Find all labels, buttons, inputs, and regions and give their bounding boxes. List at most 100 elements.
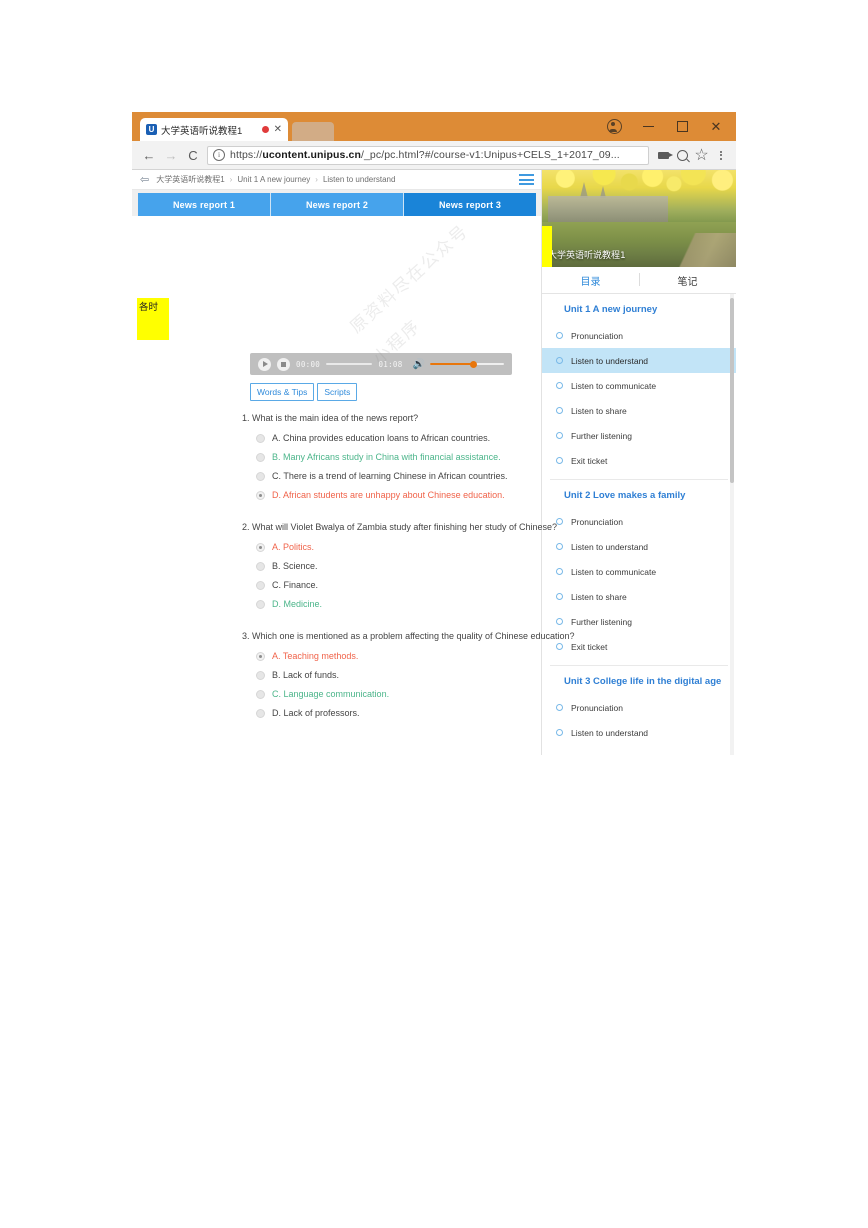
volume-icon[interactable]: 🔊 — [413, 359, 425, 370]
tab-contents[interactable]: 目录 — [542, 267, 639, 293]
radio-icon[interactable] — [256, 581, 265, 590]
forward-icon: → — [164, 147, 178, 163]
cast-icon — [658, 151, 673, 159]
breadcrumb-item-unit[interactable]: Unit 1 A new journey — [237, 175, 310, 184]
tab-news-report-2[interactable]: News report 2 — [271, 193, 404, 216]
words-and-tips-button[interactable]: Words & Tips — [250, 383, 315, 401]
question-1: 1. What is the main idea of the news rep… — [242, 410, 592, 505]
zoom-button[interactable] — [673, 146, 692, 165]
site-info-icon[interactable]: i — [213, 149, 225, 161]
window-controls: ✕ — [598, 112, 732, 141]
tab-news-report-1[interactable]: News report 1 — [138, 193, 271, 216]
radio-icon[interactable] — [256, 600, 265, 609]
option-label: C. Finance. — [272, 580, 319, 590]
address-bar[interactable]: i https://ucontent.unipus.cn/_pc/pc.html… — [207, 145, 649, 165]
url-scheme: https:// — [230, 149, 263, 161]
sidebar-item-label: Pronunciation — [571, 330, 623, 341]
profile-avatar-button[interactable] — [598, 114, 630, 140]
circle-icon — [556, 332, 563, 339]
unit-title-1[interactable]: Unit 1 A new journey — [542, 294, 736, 323]
question-text: 1. What is the main idea of the news rep… — [242, 413, 419, 423]
option-3b[interactable]: B. Lack of funds. — [242, 666, 592, 685]
hero-path — [656, 233, 736, 267]
radio-icon-selected[interactable] — [256, 491, 265, 500]
browser-tab-title: 大学英语听说教程1 — [161, 125, 243, 137]
option-3a[interactable]: A. Teaching methods. — [242, 647, 592, 666]
minimize-button[interactable] — [632, 114, 664, 140]
url-path: /_pc/pc.html?#/course-v1:Unipus+CELS_1+2… — [360, 149, 620, 161]
reload-button[interactable]: C — [182, 144, 204, 166]
maximize-icon — [676, 121, 688, 132]
option-3d[interactable]: D. Lack of professors. — [242, 704, 592, 723]
record-dot-icon — [261, 126, 269, 133]
scripts-button[interactable]: Scripts — [317, 383, 358, 401]
option-label: D. Medicine. — [272, 599, 323, 609]
option-3c[interactable]: C. Language communication. — [242, 685, 592, 704]
option-2c[interactable]: C. Finance. — [242, 576, 592, 595]
close-window-button[interactable]: ✕ — [700, 114, 732, 140]
circle-icon — [556, 382, 563, 389]
hamburger-icon[interactable] — [519, 174, 534, 186]
minimize-icon — [642, 125, 654, 128]
progress-slider[interactable] — [326, 363, 373, 365]
browser-tab[interactable]: U 大学英语听说教程1 ✕ — [140, 118, 288, 141]
breadcrumb-item-section[interactable]: Listen to understand — [323, 175, 396, 184]
option-1b[interactable]: B. Many Africans study in China with fin… — [242, 448, 592, 467]
option-2a[interactable]: A. Politics. — [242, 538, 592, 557]
breadcrumb-item-course[interactable]: 大学英语听说教程1 — [156, 174, 224, 185]
option-1a[interactable]: A. China provides education loans to Afr… — [242, 429, 592, 448]
forward-button[interactable]: → — [160, 144, 182, 166]
three-dots-icon — [719, 150, 722, 160]
browser-menu-button[interactable] — [711, 146, 730, 165]
option-label: C. There is a trend of learning Chinese … — [272, 471, 508, 481]
radio-icon[interactable] — [256, 453, 265, 462]
new-tab-button[interactable] — [292, 122, 334, 141]
radio-icon[interactable] — [256, 709, 265, 718]
radio-icon[interactable] — [256, 671, 265, 680]
breadcrumb-back-icon[interactable]: ⇦ — [140, 173, 149, 186]
zoom-out-icon — [677, 149, 688, 161]
volume-knob[interactable] — [470, 360, 477, 368]
sidebar-item-label: Listen to understand — [571, 727, 649, 738]
breadcrumb: ⇦ 大学英语听说教程1 › Unit 1 A new journey › Lis… — [132, 170, 542, 190]
url-domain: ucontent.unipus.cn — [262, 149, 361, 161]
volume-fill — [430, 362, 474, 366]
radio-icon[interactable] — [256, 690, 265, 699]
radio-icon[interactable] — [256, 562, 265, 571]
play-button[interactable] — [258, 357, 271, 371]
sidebar-scrollbar-thumb[interactable] — [730, 298, 734, 483]
screenshot-root: U 大学英语听说教程1 ✕ ✕ ← → C i https://ucontent… — [0, 0, 868, 1228]
option-label: D. Lack of professors. — [272, 708, 360, 718]
radio-icon[interactable] — [256, 434, 265, 443]
sidebar-item-u1-listen-to-understand[interactable]: Listen to understand — [542, 348, 736, 373]
radio-icon[interactable] — [256, 472, 265, 481]
back-button[interactable]: ← — [138, 144, 160, 166]
question-text: 3. Which one is mentioned as a problem a… — [242, 631, 575, 641]
option-label: B. Many Africans study in China with fin… — [272, 452, 501, 462]
tab-notes[interactable]: 笔记 — [639, 267, 736, 293]
bookmark-button[interactable]: ☆ — [692, 146, 711, 165]
sidebar-item-u1-pronunciation[interactable]: Pronunciation — [542, 323, 736, 348]
sidebar-item-u1-listen-to-communicate[interactable]: Listen to communicate — [542, 373, 736, 398]
question-2: 2. What will Violet Bwalya of Zambia stu… — [242, 519, 592, 614]
option-2b[interactable]: B. Science. — [242, 557, 592, 576]
question-3: 3. Which one is mentioned as a problem a… — [242, 628, 592, 723]
breadcrumb-separator: › — [229, 175, 233, 184]
news-report-tabs: News report 1 News report 2 News report … — [132, 190, 542, 216]
option-2d[interactable]: D. Medicine. — [242, 595, 592, 614]
stop-button[interactable] — [277, 357, 290, 371]
circle-icon — [556, 729, 563, 736]
radio-icon-selected[interactable] — [256, 652, 265, 661]
radio-icon-selected[interactable] — [256, 543, 265, 552]
url-text: https://ucontent.unipus.cn/_pc/pc.html?#… — [230, 149, 620, 161]
circle-icon — [556, 357, 563, 364]
volume-slider[interactable] — [430, 360, 504, 368]
tab-news-report-3[interactable]: News report 3 — [404, 193, 536, 216]
sidebar-item-label: Listen to understand — [571, 355, 649, 366]
maximize-button[interactable] — [666, 114, 698, 140]
option-1c[interactable]: C. There is a trend of learning Chinese … — [242, 467, 592, 486]
browser-toolbar: ← → C i https://ucontent.unipus.cn/_pc/p… — [132, 141, 736, 170]
tab-close-icon[interactable]: ✕ — [274, 124, 282, 135]
option-1d[interactable]: D. African students are unhappy about Ch… — [242, 486, 592, 505]
cast-button[interactable] — [654, 146, 673, 165]
